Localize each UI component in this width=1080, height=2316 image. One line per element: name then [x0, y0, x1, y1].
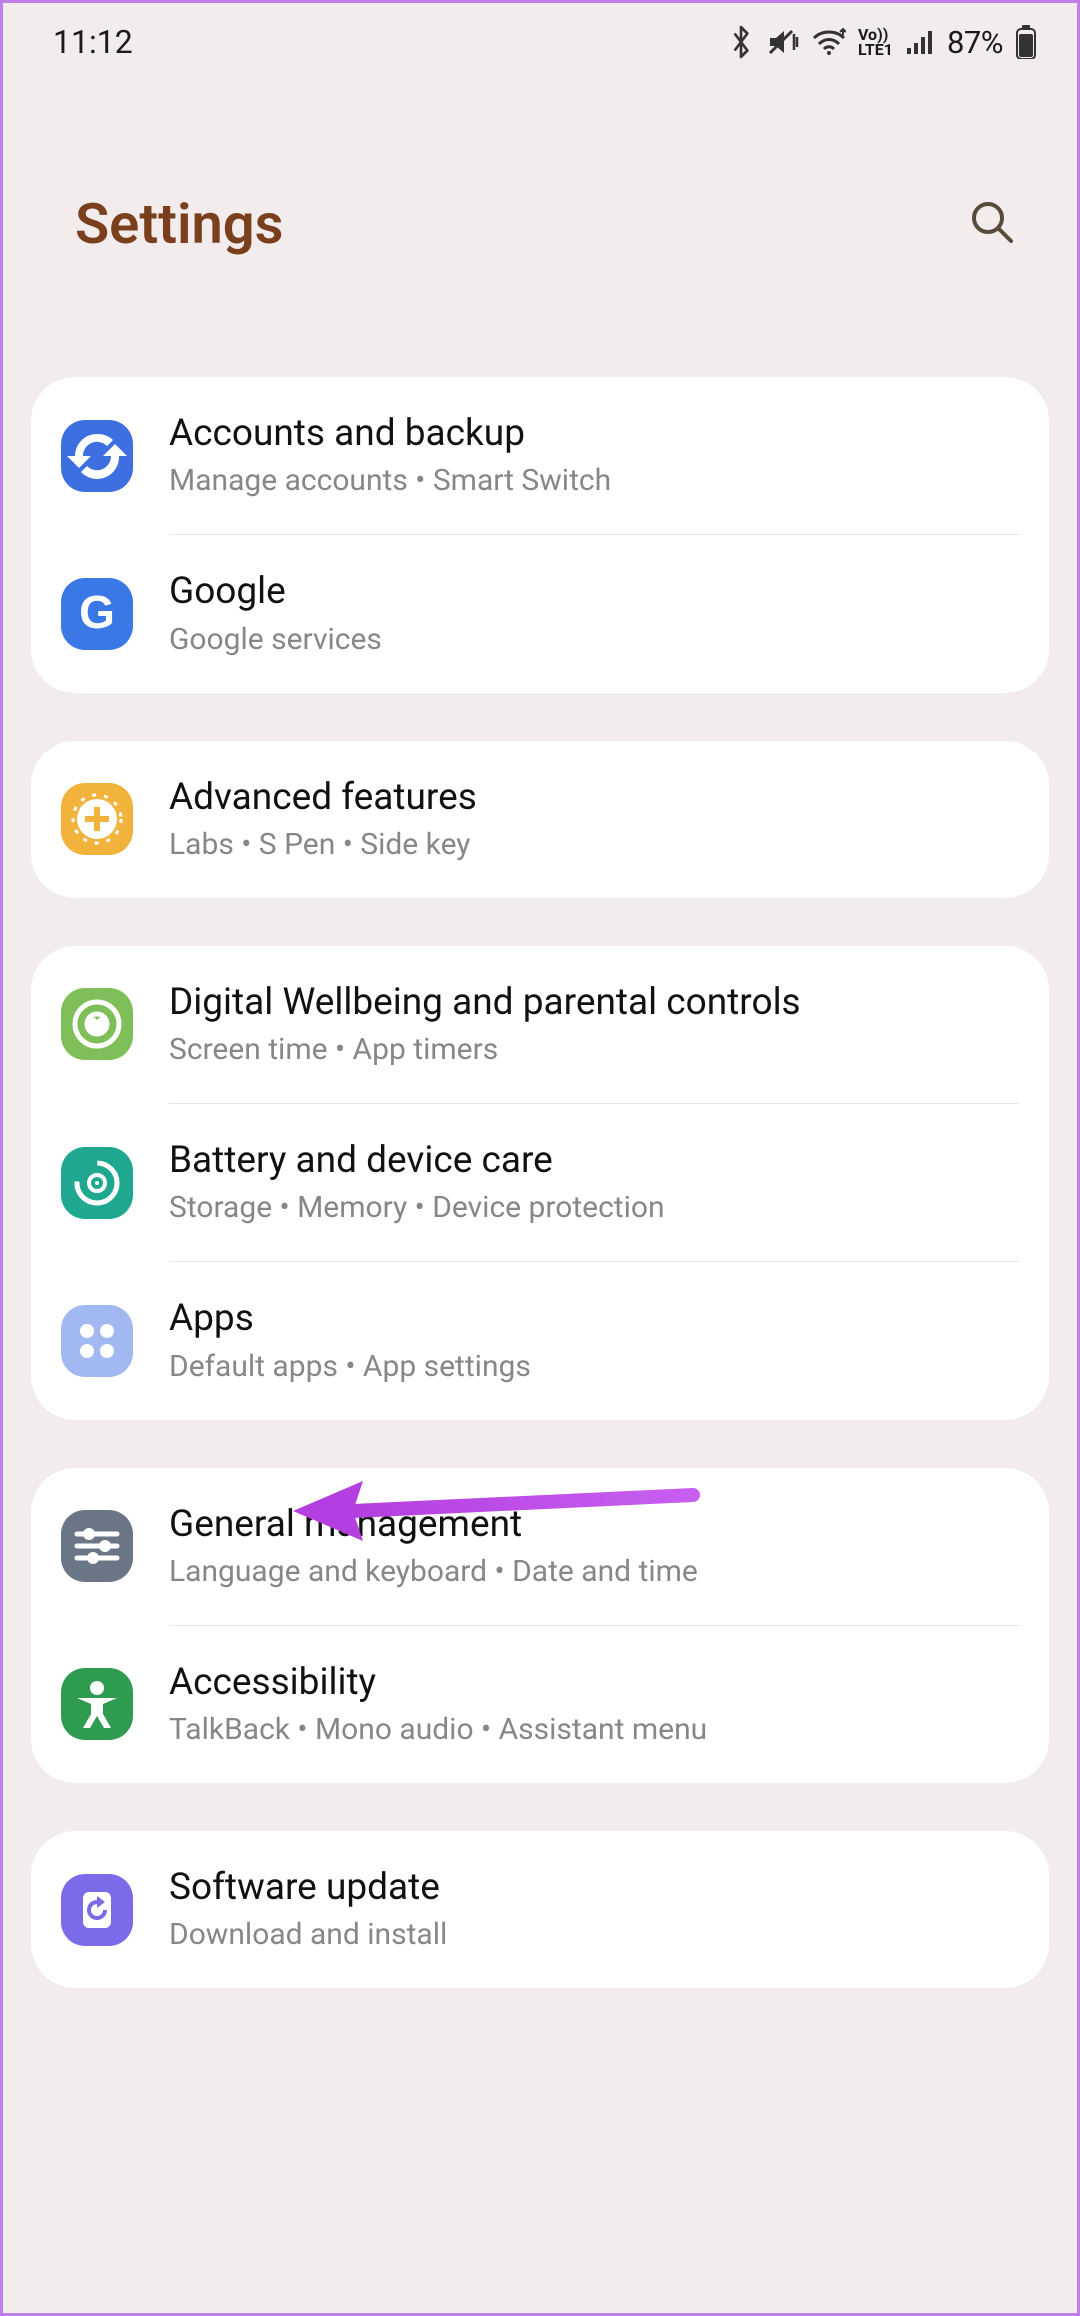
- wellbeing-icon: [61, 988, 133, 1060]
- status-right: Vo))LTE1 87%: [728, 24, 1037, 61]
- settings-item-text: Advanced features Labs • S Pen • Side key: [169, 775, 1013, 864]
- settings-item-accessibility[interactable]: Accessibility TalkBack • Mono audio • Ass…: [31, 1626, 1049, 1783]
- settings-item-apps[interactable]: Apps Default apps • App settings: [31, 1262, 1049, 1419]
- settings-item-subtitle: Default apps • App settings: [169, 1347, 1013, 1386]
- settings-item-subtitle: Google services: [169, 620, 1013, 659]
- sliders-icon: [61, 1510, 133, 1582]
- mute-vibrate-icon: [766, 27, 800, 57]
- settings-item-title: Advanced features: [169, 775, 1013, 821]
- settings-item-title: Apps: [169, 1296, 1013, 1342]
- settings-item-text: General management Language and keyboard …: [169, 1502, 1013, 1591]
- settings-item-subtitle: Labs • S Pen • Side key: [169, 825, 1013, 864]
- update-icon: [61, 1874, 133, 1946]
- settings-item-title: Accessibility: [169, 1660, 1013, 1706]
- accessibility-icon: [61, 1668, 133, 1740]
- settings-item-text: Accounts and backup Manage accounts • Sma…: [169, 411, 1013, 500]
- settings-item-title: Software update: [169, 1865, 1013, 1911]
- plus-gear-icon: [61, 783, 133, 855]
- settings-item-wellbeing[interactable]: Digital Wellbeing and parental controls S…: [31, 946, 1049, 1103]
- search-button[interactable]: [967, 197, 1017, 251]
- settings-item-subtitle: TalkBack • Mono audio • Assistant menu: [169, 1710, 1013, 1749]
- settings-item-text: Digital Wellbeing and parental controls S…: [169, 980, 1013, 1069]
- settings-item-subtitle: Screen time • App timers: [169, 1030, 1013, 1069]
- settings-item-title: Battery and device care: [169, 1138, 1013, 1184]
- settings-item-text: Accessibility TalkBack • Mono audio • Ass…: [169, 1660, 1013, 1749]
- settings-list: Accounts and backup Manage accounts • Sma…: [3, 377, 1077, 1988]
- volte-indicator: Vo))LTE1: [858, 27, 893, 57]
- settings-item-title: Google: [169, 569, 1013, 615]
- sync-icon: [61, 420, 133, 492]
- settings-item-text: Google Google services: [169, 569, 1013, 658]
- settings-group: General management Language and keyboard …: [31, 1468, 1049, 1784]
- settings-item-title: Digital Wellbeing and parental controls: [169, 980, 1013, 1026]
- settings-group: Advanced features Labs • S Pen • Side key: [31, 741, 1049, 898]
- care-icon: [61, 1147, 133, 1219]
- status-bar: 11:12 Vo))LTE1 87%: [3, 3, 1077, 81]
- settings-group: Accounts and backup Manage accounts • Sma…: [31, 377, 1049, 693]
- battery-percent: 87%: [947, 24, 1003, 61]
- header: Settings: [3, 81, 1077, 377]
- settings-item-text: Software update Download and install: [169, 1865, 1013, 1954]
- settings-item-google[interactable]: Google Google services: [31, 535, 1049, 692]
- signal-icon: [905, 28, 935, 56]
- page-title: Settings: [75, 191, 283, 257]
- apps-icon: [61, 1305, 133, 1377]
- settings-item-battery[interactable]: Battery and device care Storage • Memory …: [31, 1104, 1049, 1261]
- settings-item-subtitle: Storage • Memory • Device protection: [169, 1188, 1013, 1227]
- settings-item-title: General management: [169, 1502, 1013, 1548]
- battery-icon: [1015, 25, 1037, 59]
- settings-group: Software update Download and install: [31, 1831, 1049, 1988]
- settings-item-advanced[interactable]: Advanced features Labs • S Pen • Side key: [31, 741, 1049, 898]
- settings-item-subtitle: Manage accounts • Smart Switch: [169, 461, 1013, 500]
- settings-item-text: Apps Default apps • App settings: [169, 1296, 1013, 1385]
- status-time: 11:12: [53, 23, 133, 61]
- settings-item-text: Battery and device care Storage • Memory …: [169, 1138, 1013, 1227]
- google-icon: [61, 578, 133, 650]
- bluetooth-icon: [728, 25, 754, 59]
- settings-item-title: Accounts and backup: [169, 411, 1013, 457]
- settings-item-subtitle: Download and install: [169, 1915, 1013, 1954]
- settings-item-subtitle: Language and keyboard • Date and time: [169, 1552, 1013, 1591]
- settings-item-accounts[interactable]: Accounts and backup Manage accounts • Sma…: [31, 377, 1049, 534]
- settings-item-general[interactable]: General management Language and keyboard …: [31, 1468, 1049, 1625]
- wifi-icon: [812, 28, 846, 56]
- settings-item-update[interactable]: Software update Download and install: [31, 1831, 1049, 1988]
- settings-group: Digital Wellbeing and parental controls S…: [31, 946, 1049, 1420]
